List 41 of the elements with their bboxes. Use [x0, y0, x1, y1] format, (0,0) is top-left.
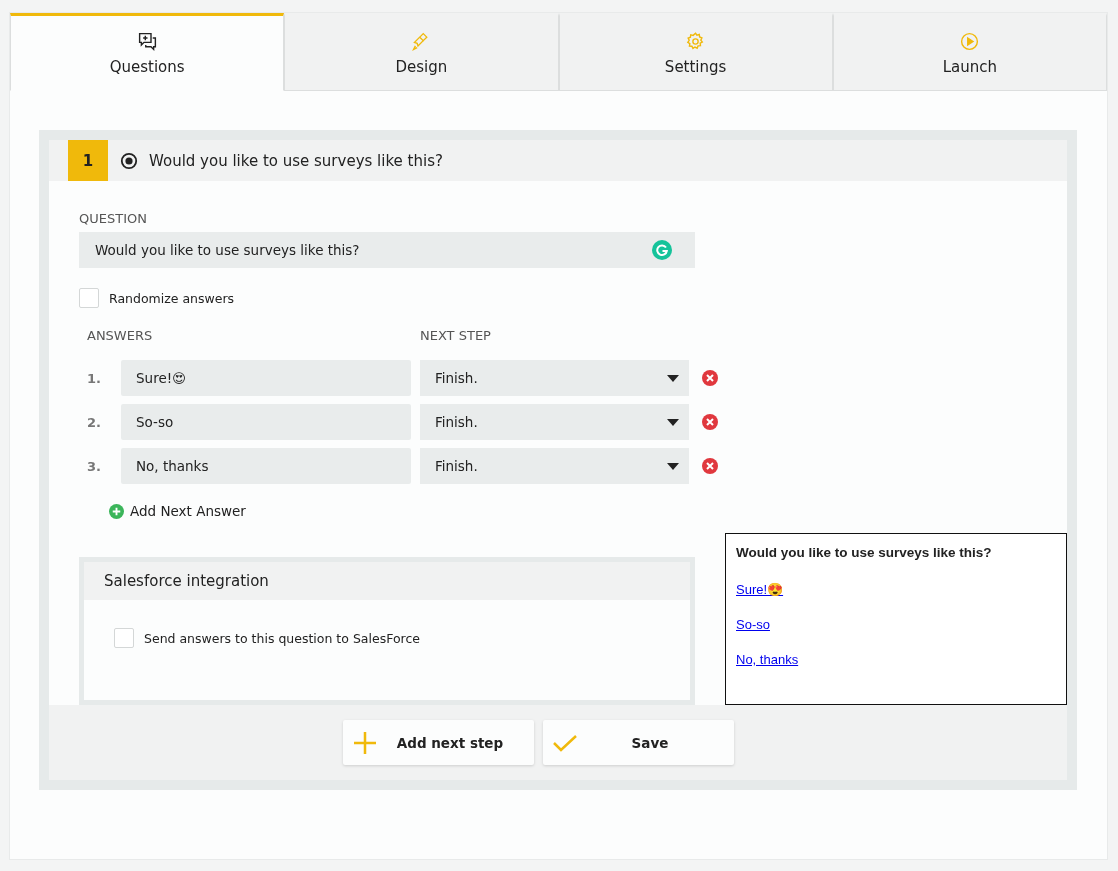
question-title: Would you like to use surveys like this? [149, 151, 443, 170]
caret-icon [667, 462, 679, 470]
field-label: QUESTION [79, 211, 148, 226]
next-step-dropdown[interactable]: Finish. [420, 404, 689, 440]
next-step-dropdown[interactable]: Finish. [420, 360, 689, 396]
answer-field[interactable]: No, thanks [121, 448, 411, 484]
question-number: 1 [68, 140, 108, 181]
answer-link[interactable]: So-so [736, 617, 770, 632]
save-button[interactable]: Save [542, 720, 734, 765]
column-header: NEXT STEP [420, 328, 491, 345]
column-header: ANSWERS [86, 328, 154, 345]
play-icon [959, 30, 981, 52]
checkbox-label: Send answers to this question to SalesForce [144, 630, 420, 646]
remove-icon[interactable] [702, 414, 718, 430]
answer-link[interactable]: No, thanks [736, 652, 799, 667]
preview-question: Would you like to use surveys like this? [736, 545, 992, 560]
answer-field[interactable]: So-so [121, 404, 411, 440]
answer-number: 2. [86, 414, 102, 430]
caret-icon [667, 374, 679, 382]
question-field[interactable]: Would you like to use surveys like this? [79, 232, 695, 268]
next-step-dropdown[interactable]: Finish. [420, 448, 689, 484]
radio-icon [120, 151, 138, 170]
checkbox-label: Randomize answers [109, 290, 235, 306]
answer-field[interactable]: Sure!😍 [121, 360, 411, 396]
answer-number: 3. [86, 458, 102, 474]
add-step-button[interactable]: Add next step [342, 720, 534, 765]
panel-title: Salesforce integration [84, 562, 690, 600]
tab[interactable]: Settings [558, 13, 833, 91]
checkbox[interactable] [79, 288, 99, 308]
add-icon [109, 503, 124, 519]
chat-add-icon [136, 30, 158, 52]
remove-icon[interactable] [702, 458, 718, 474]
tab[interactable]: Launch [832, 13, 1107, 91]
tab[interactable]: Questions [10, 13, 285, 91]
caret-icon [667, 418, 679, 426]
tab[interactable]: Design [284, 13, 559, 91]
answer-number: 1. [86, 370, 102, 386]
remove-icon[interactable] [702, 370, 718, 386]
checkbox[interactable] [114, 628, 134, 648]
plus-icon [352, 730, 377, 755]
add-answer-link[interactable]: Add Next Answer [109, 503, 246, 519]
